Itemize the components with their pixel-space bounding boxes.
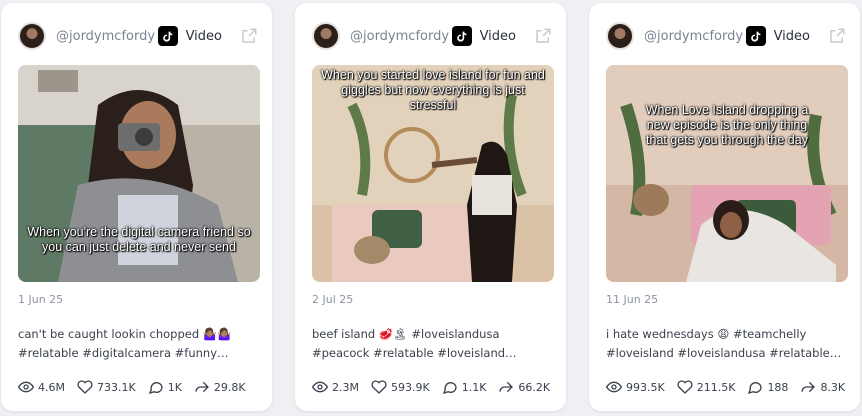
heart-icon [677, 380, 693, 394]
video-overlay-text: When Love Island dropping a new episode … [645, 103, 809, 147]
external-link-icon[interactable] [828, 27, 846, 45]
video-card[interactable]: @jordymcfordy Video When Love Island dro… [589, 3, 860, 411]
comments-count: 1K [167, 380, 182, 394]
shares-stat: 8.3K [800, 379, 845, 395]
description-hashtags: #relatable #digitalcamera #funny… [18, 346, 229, 360]
card-header: @jordymcfordy Video [312, 19, 552, 53]
heart-icon [371, 380, 387, 394]
username[interactable]: @jordymcfordy [56, 29, 155, 44]
likes-count: 211.5K [696, 380, 736, 394]
views-stat: 993.5K [606, 379, 665, 395]
views-count: 4.6M [38, 380, 65, 394]
shares-stat: 29.8K [194, 379, 246, 395]
comment-icon [442, 382, 457, 395]
shares-count: 8.3K [820, 380, 846, 394]
stats-row: 993.5K 211.5K 188 8.3K [606, 379, 851, 395]
platform-label: Video [479, 28, 516, 44]
video-overlay-text: When you started love island for fun and… [321, 68, 545, 112]
platform-label: Video [185, 28, 222, 44]
comments-stat: 188 [747, 379, 788, 395]
video-thumbnail[interactable]: When you started love island for fun and… [312, 65, 554, 282]
description-line: beef island 🥩🏝 #loveislandusa [312, 327, 500, 341]
video-overlay-text: When you're the digital camera friend so… [27, 225, 251, 254]
heart-icon [77, 380, 93, 394]
post-date: 2 Jul 25 [312, 293, 354, 306]
comment-icon [148, 382, 163, 395]
eye-icon [312, 381, 328, 393]
views-stat: 4.6M [18, 379, 65, 395]
comments-count: 1.1K [461, 380, 487, 394]
shares-count: 29.8K [213, 380, 246, 394]
likes-stat: 733.1K [77, 379, 136, 395]
tiktok-icon [157, 26, 178, 46]
video-thumbnail[interactable]: When Love Island dropping a new episode … [606, 65, 848, 282]
share-icon [801, 381, 816, 393]
share-icon [499, 381, 514, 393]
views-stat: 2.3M [312, 379, 359, 395]
description-hashtags: #loveisland #loveislandusa #relatable… [606, 346, 842, 360]
description-hashtags: #peacock #relatable #loveisland… [312, 346, 517, 360]
comments-stat: 1K [148, 379, 182, 395]
likes-count: 593.9K [390, 380, 430, 394]
comments-stat: 1.1K [442, 379, 487, 395]
tiktok-icon [451, 26, 472, 46]
shares-count: 66.2K [518, 380, 551, 394]
username[interactable]: @jordymcfordy [644, 29, 743, 44]
description-line: i hate wednesdays 😩 #teamchelly [606, 327, 807, 341]
video-card[interactable]: @jordymcfordy Video When you started lov… [295, 3, 566, 411]
platform-badge: Video [157, 26, 258, 46]
description-line: can't be caught lookin chopped 🤷🏽‍♀️🤷🏽‍♀… [18, 327, 232, 341]
video-thumbnail[interactable]: When you're the digital camera friend so… [18, 65, 260, 282]
username[interactable]: @jordymcfordy [350, 29, 449, 44]
tiktok-icon [745, 26, 766, 46]
likes-count: 733.1K [96, 380, 136, 394]
comment-icon [748, 382, 763, 395]
post-description: i hate wednesdays 😩 #teamchelly #loveisl… [606, 325, 846, 363]
avatar[interactable] [312, 22, 340, 50]
video-card[interactable]: @jordymcfordy Video When you're the digi… [1, 3, 272, 411]
shares-stat: 66.2K [498, 379, 550, 395]
post-description: beef island 🥩🏝 #loveislandusa #peacock #… [312, 325, 552, 363]
avatar[interactable] [18, 22, 46, 50]
platform-label: Video [773, 28, 810, 44]
external-link-icon[interactable] [240, 27, 258, 45]
stats-row: 2.3M 593.9K 1.1K 66.2K [312, 379, 557, 395]
share-icon [195, 381, 209, 393]
post-date: 1 Jun 25 [18, 293, 64, 306]
views-count: 993.5K [626, 380, 665, 394]
post-date: 11 Jun 25 [606, 293, 659, 306]
card-header: @jordymcfordy Video [18, 19, 258, 53]
platform-badge: Video [451, 26, 552, 46]
likes-stat: 593.9K [371, 379, 430, 395]
stats-row: 4.6M 733.1K 1K 29.8K [18, 379, 263, 395]
post-description: can't be caught lookin chopped 🤷🏽‍♀️🤷🏽‍♀… [18, 325, 258, 363]
card-header: @jordymcfordy Video [606, 19, 846, 53]
avatar[interactable] [606, 22, 634, 50]
platform-badge: Video [745, 26, 846, 46]
external-link-icon[interactable] [534, 27, 552, 45]
likes-stat: 211.5K [677, 379, 736, 395]
eye-icon [18, 381, 34, 393]
eye-icon [606, 381, 622, 393]
comments-count: 188 [767, 380, 789, 394]
views-count: 2.3M [332, 380, 359, 394]
